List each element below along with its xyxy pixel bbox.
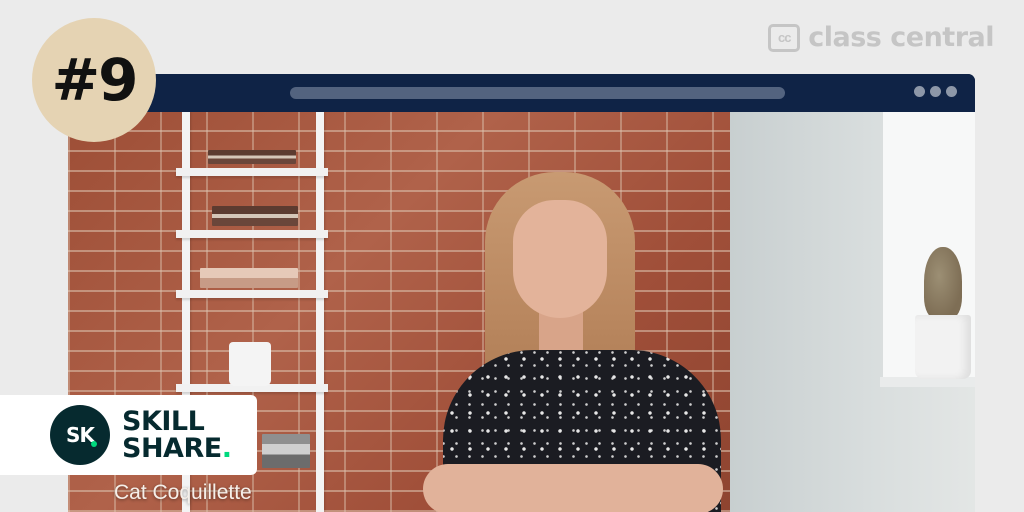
instructor-figure (413, 172, 733, 512)
skillshare-word-line1: SKILL (122, 406, 205, 437)
shelf-board (176, 230, 328, 238)
book-stack (208, 150, 296, 164)
crossed-arms (423, 464, 723, 512)
skillshare-logo-icon: SK (50, 405, 110, 465)
shelf-board (176, 290, 328, 298)
book-stack (262, 434, 310, 468)
skillshare-word-line2: SHARE. (122, 433, 232, 464)
rank-text: #9 (51, 46, 139, 114)
rank-badge: #9 (32, 18, 156, 142)
shelf-board (176, 168, 328, 176)
book-stack (212, 206, 298, 226)
green-period: . (221, 433, 232, 464)
class-central-logo-icon: cc (768, 23, 801, 52)
skillshare-wordmark: SKILL SHARE. (122, 406, 232, 464)
cactus-plant (924, 247, 962, 319)
class-central-logo: cc class central (768, 22, 994, 53)
vase (229, 342, 271, 386)
instructor-name: Cat Coquillette (114, 481, 252, 504)
green-dot (91, 441, 97, 447)
class-central-wordmark: class central (808, 22, 994, 53)
address-bar[interactable] (290, 87, 785, 99)
skillshare-card: SK SKILL SHARE. (0, 395, 257, 475)
browser-title-bar (68, 74, 975, 112)
skillshare-monogram: SK (66, 423, 95, 447)
window-dot (930, 86, 941, 97)
book-stack (200, 268, 298, 288)
face (513, 200, 607, 318)
skillshare-word-line2-text: SHARE (122, 433, 222, 464)
window-control-dots-icon[interactable] (914, 86, 957, 97)
plant-pot (915, 315, 971, 379)
window-dot (914, 86, 925, 97)
window-dot (946, 86, 957, 97)
